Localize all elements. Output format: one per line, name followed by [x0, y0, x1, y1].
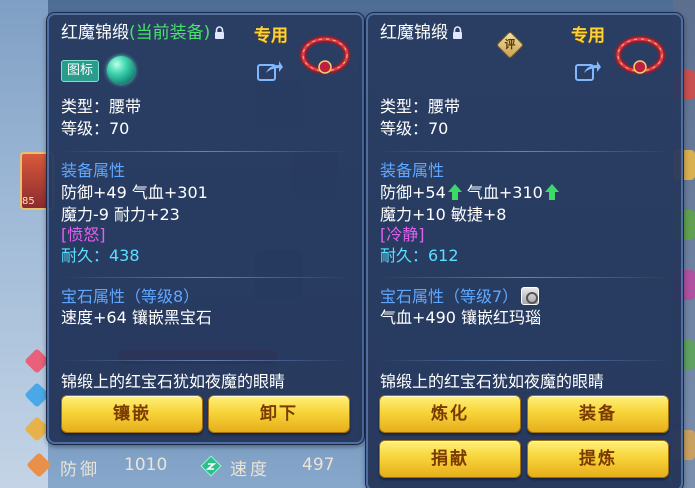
durability: 耐久：612 [380, 246, 459, 265]
rating-badge[interactable]: 评 [495, 30, 525, 60]
exclusive-label: 专用 [571, 26, 605, 46]
donate-button[interactable]: 捐献 [379, 440, 521, 478]
inlay-button[interactable]: 镶嵌 [61, 395, 203, 433]
up-arrow-icon [447, 184, 462, 200]
gem-slot-icon [521, 287, 540, 305]
divider [378, 151, 671, 152]
share-icon[interactable] [257, 59, 283, 81]
belt-icon [299, 35, 351, 75]
attribute-line-2: 魔力+10 敏捷+8 [380, 205, 507, 224]
defense-label: 防御 [60, 460, 100, 480]
special-trait: [冷静] [380, 225, 425, 244]
equipment-attributes-title: 装备属性 [61, 161, 126, 180]
refine-button[interactable]: 炼化 [379, 395, 521, 433]
gem-attribute-line: 气血+490 镶嵌红玛瑙 [380, 308, 542, 327]
exclusive-label: 专用 [254, 26, 288, 46]
speed-label: 速度 [230, 460, 270, 480]
rating-badge-label: 评 [504, 38, 516, 51]
item-type: 类型：腰带 [380, 97, 461, 116]
gem-title-text: 宝石属性（等级7） [380, 287, 519, 306]
gem-attributes-title: 宝石属性（等级8） [61, 287, 200, 306]
item-type: 类型：腰带 [61, 97, 142, 116]
divider [59, 277, 352, 278]
extract-button[interactable]: 提炼 [527, 440, 669, 478]
belt-icon [614, 35, 666, 75]
attribute-line-1: 防御+54 气血+310 [380, 183, 559, 203]
attribute-line-1: 防御+49 气血+301 [61, 183, 208, 202]
hp-attribute: 气血+310 [466, 183, 543, 202]
up-arrow-icon [544, 184, 559, 200]
left-side-bar [0, 0, 48, 488]
lock-icon [215, 26, 225, 39]
share-icon[interactable] [575, 59, 601, 81]
gem-attribute-line: 速度+64 镶嵌黑宝石 [61, 308, 212, 327]
durability: 耐久：438 [61, 246, 140, 265]
item-name: 红魔锦缎 [380, 23, 448, 43]
speed-icon [200, 455, 222, 477]
flavor-text: 锦缎上的红宝石犹如夜魔的眼睛 [61, 372, 286, 391]
flavor-text: 锦缎上的红宝石犹如夜魔的眼睛 [380, 372, 605, 391]
item-level: 等级：70 [61, 119, 130, 138]
divider [378, 360, 671, 361]
divider [378, 277, 671, 278]
divider [59, 360, 352, 361]
attribute-line-2: 魔力-9 耐力+23 [61, 205, 180, 224]
orb-icon[interactable] [107, 56, 135, 84]
divider [59, 151, 352, 152]
gem-attributes-title: 宝石属性（等级7） [380, 287, 540, 307]
defense-attribute: 防御+54 [380, 183, 446, 202]
unequip-button[interactable]: 卸下 [208, 395, 350, 433]
item-title: 红魔锦缎 [380, 23, 463, 43]
item-name: 红魔锦缎 [61, 23, 129, 43]
speed-value: 497 [302, 455, 335, 475]
item-title: 红魔锦缎(当前装备) [61, 23, 225, 43]
character-level: 85 [22, 196, 35, 207]
defense-value: 1010 [124, 455, 168, 475]
current-equipment-tooltip: 红魔锦缎(当前装备) 专用 图标 类型：腰带 等级：70 装备属性 防御+49 … [47, 13, 364, 444]
item-level: 等级：70 [380, 119, 449, 138]
special-trait: [愤怒] [61, 225, 106, 244]
compare-equipment-tooltip: 红魔锦缎 评 专用 类型：腰带 等级：70 装备属性 防御+54 气血+310 … [366, 13, 683, 488]
equip-button[interactable]: 装备 [527, 395, 669, 433]
lock-icon [453, 26, 462, 39]
current-equipped-label: (当前装备) [129, 23, 211, 43]
equipment-attributes-title: 装备属性 [380, 161, 445, 180]
icon-tag-badge[interactable]: 图标 [61, 60, 100, 82]
